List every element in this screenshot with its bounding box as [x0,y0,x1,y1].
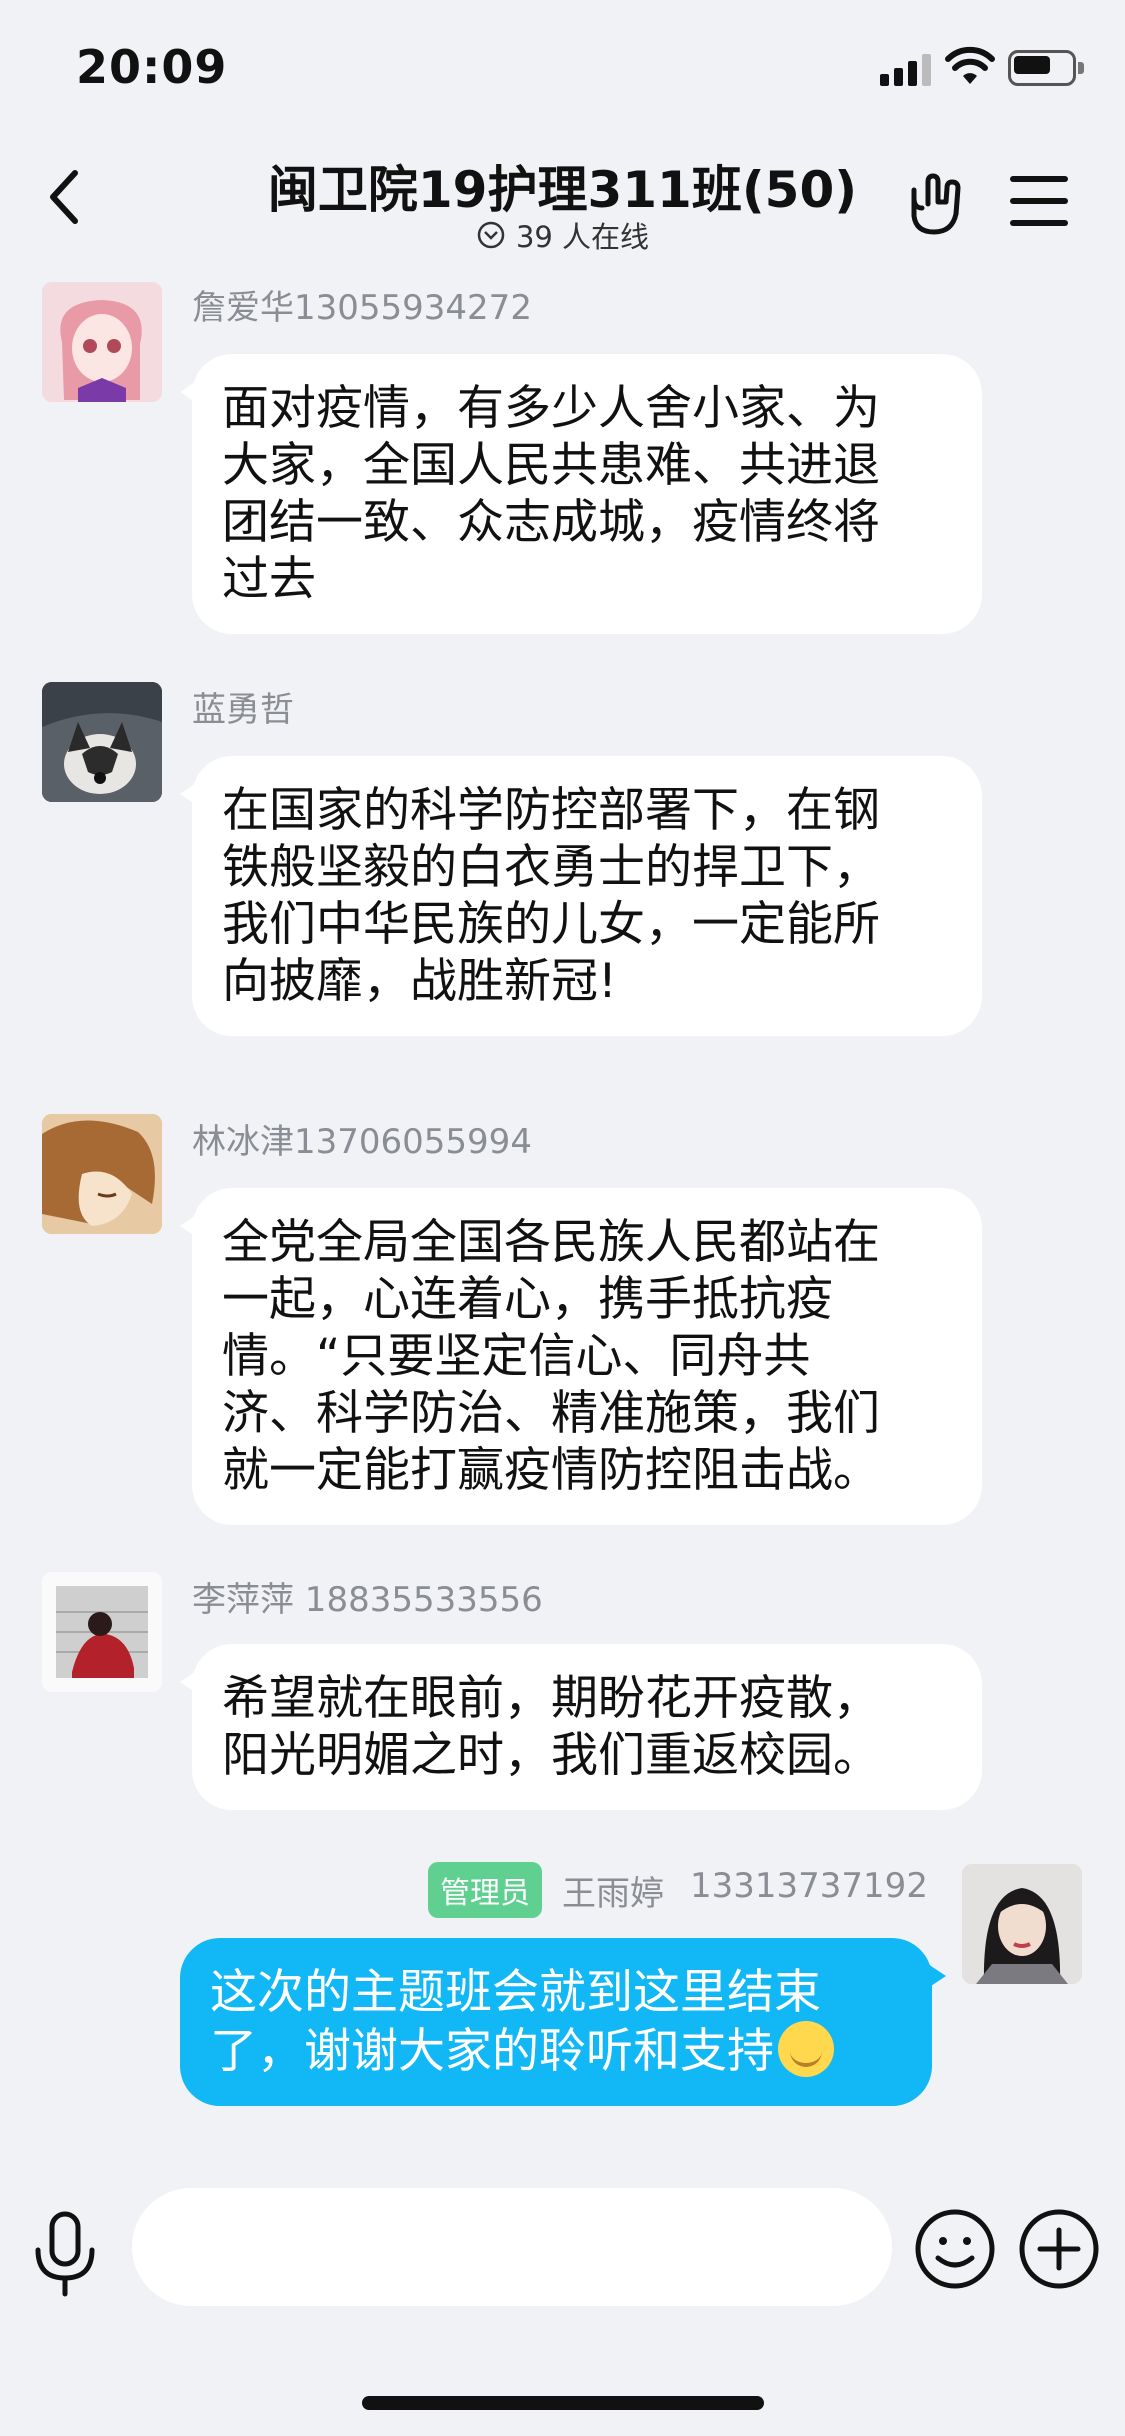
message-line: 济、科学防治、精准施策，我们 [222,1386,880,1441]
hand-gesture-icon[interactable] [900,168,970,238]
message-line: 面对疫情，有多少人舍小家、为 [222,381,880,436]
online-count[interactable]: 39 人在线 [200,214,925,256]
back-chevron-icon [50,170,78,224]
avatar-image [42,1572,162,1692]
avatar-image [42,282,162,402]
status-time: 20:09 [76,40,228,94]
chevron-down-icon [477,221,505,249]
message-line: 希望就在眼前，期盼花开疫散， [222,1671,880,1726]
message-bubble[interactable]: 在国家的科学防控部署下，在钢 铁般坚毅的白衣勇士的捍卫下， 我们中华民族的儿女，… [180,756,982,1036]
message-line: 我们中华民族的儿女，一定能所 [222,897,880,952]
sender-name: 蓝勇哲 [192,690,294,730]
avatar[interactable] [42,1572,162,1692]
admin-badge: 管理员 [428,1862,542,1918]
wifi-icon [945,46,995,84]
plus-icon[interactable] [1018,2208,1100,2290]
avatar-image [42,682,162,802]
home-indicator [362,2396,764,2410]
sender-name: 林冰津13706055994 [192,1122,532,1162]
microphone-icon[interactable] [30,2210,100,2300]
emoji-icon[interactable] [914,2208,996,2290]
message-line: 团结一致、众志成城，疫情终将 [222,495,880,550]
message-line: 这次的主题班会就到这里结束 [210,1965,821,2020]
back-button[interactable] [30,162,100,232]
battery-fill [1014,56,1050,74]
message-line: 阳光明媚之时，我们重返校园。 [222,1728,880,1783]
sender-name: 李萍萍 18835533556 [192,1580,543,1620]
battery-icon [1008,50,1084,86]
message-line: 向披靡，战胜新冠! [222,954,617,1009]
message-line: 情。“只要坚定信心、同舟共 [222,1329,811,1384]
input-bar [0,2160,1125,2340]
avatar[interactable] [962,1864,1082,1984]
message-input[interactable] [132,2188,892,2306]
message-bubble-own[interactable]: 这次的主题班会就到这里结束 了，谢谢大家的聆听和支持 [180,1938,946,2106]
message-line: 大家，全国人民共患难、共进退 [222,438,880,493]
sender-name: 詹爱华13055934272 [192,288,532,328]
message-bubble[interactable]: 面对疫情，有多少人舍小家、为 大家，全国人民共患难、共进退 团结一致、众志成城，… [180,354,982,634]
message-bubble[interactable]: 全党全局全国各民族人民都站在 一起，心连着心，携手抵抗疫 情。“只要坚定信心、同… [180,1188,982,1525]
sender-phone: 13313737192 [690,1866,928,1906]
message-line: 过去 [222,552,316,607]
menu-icon[interactable] [1010,176,1068,226]
chat-header: 闽卫院19护理311班(50) 39 人在线 [0,132,1125,280]
sender-name: 王雨婷 [562,1874,664,1914]
message-line: 一起，心连着心，携手抵抗疫 [222,1272,833,1327]
smiling-face-emoji-icon [778,2021,834,2077]
group-title[interactable]: 闽卫院19护理311班(50) [200,150,925,222]
avatar-image [962,1864,1082,1984]
message-line: 了，谢谢大家的聆听和支持 [210,2024,774,2079]
message-bubble[interactable]: 希望就在眼前，期盼花开疫散， 阳光明媚之时，我们重返校园。 [180,1644,982,1810]
message-line-with-emoji: 了，谢谢大家的聆听和支持 [210,2021,902,2080]
status-bar: 20:09 [0,0,1125,132]
message-line: 全党全局全国各民族人民都站在 [222,1215,880,1270]
online-count-text: 39 人在线 [515,220,650,254]
avatar[interactable] [42,682,162,802]
message-line: 就一定能打赢疫情防控阻击战。 [222,1443,880,1498]
avatar[interactable] [42,282,162,402]
cellular-signal-icon [880,52,932,86]
message-line: 铁般坚毅的白衣勇士的捍卫下， [222,840,880,895]
message-line: 在国家的科学防控部署下，在钢 [222,783,880,838]
avatar[interactable] [42,1114,162,1234]
avatar-image [42,1114,162,1234]
